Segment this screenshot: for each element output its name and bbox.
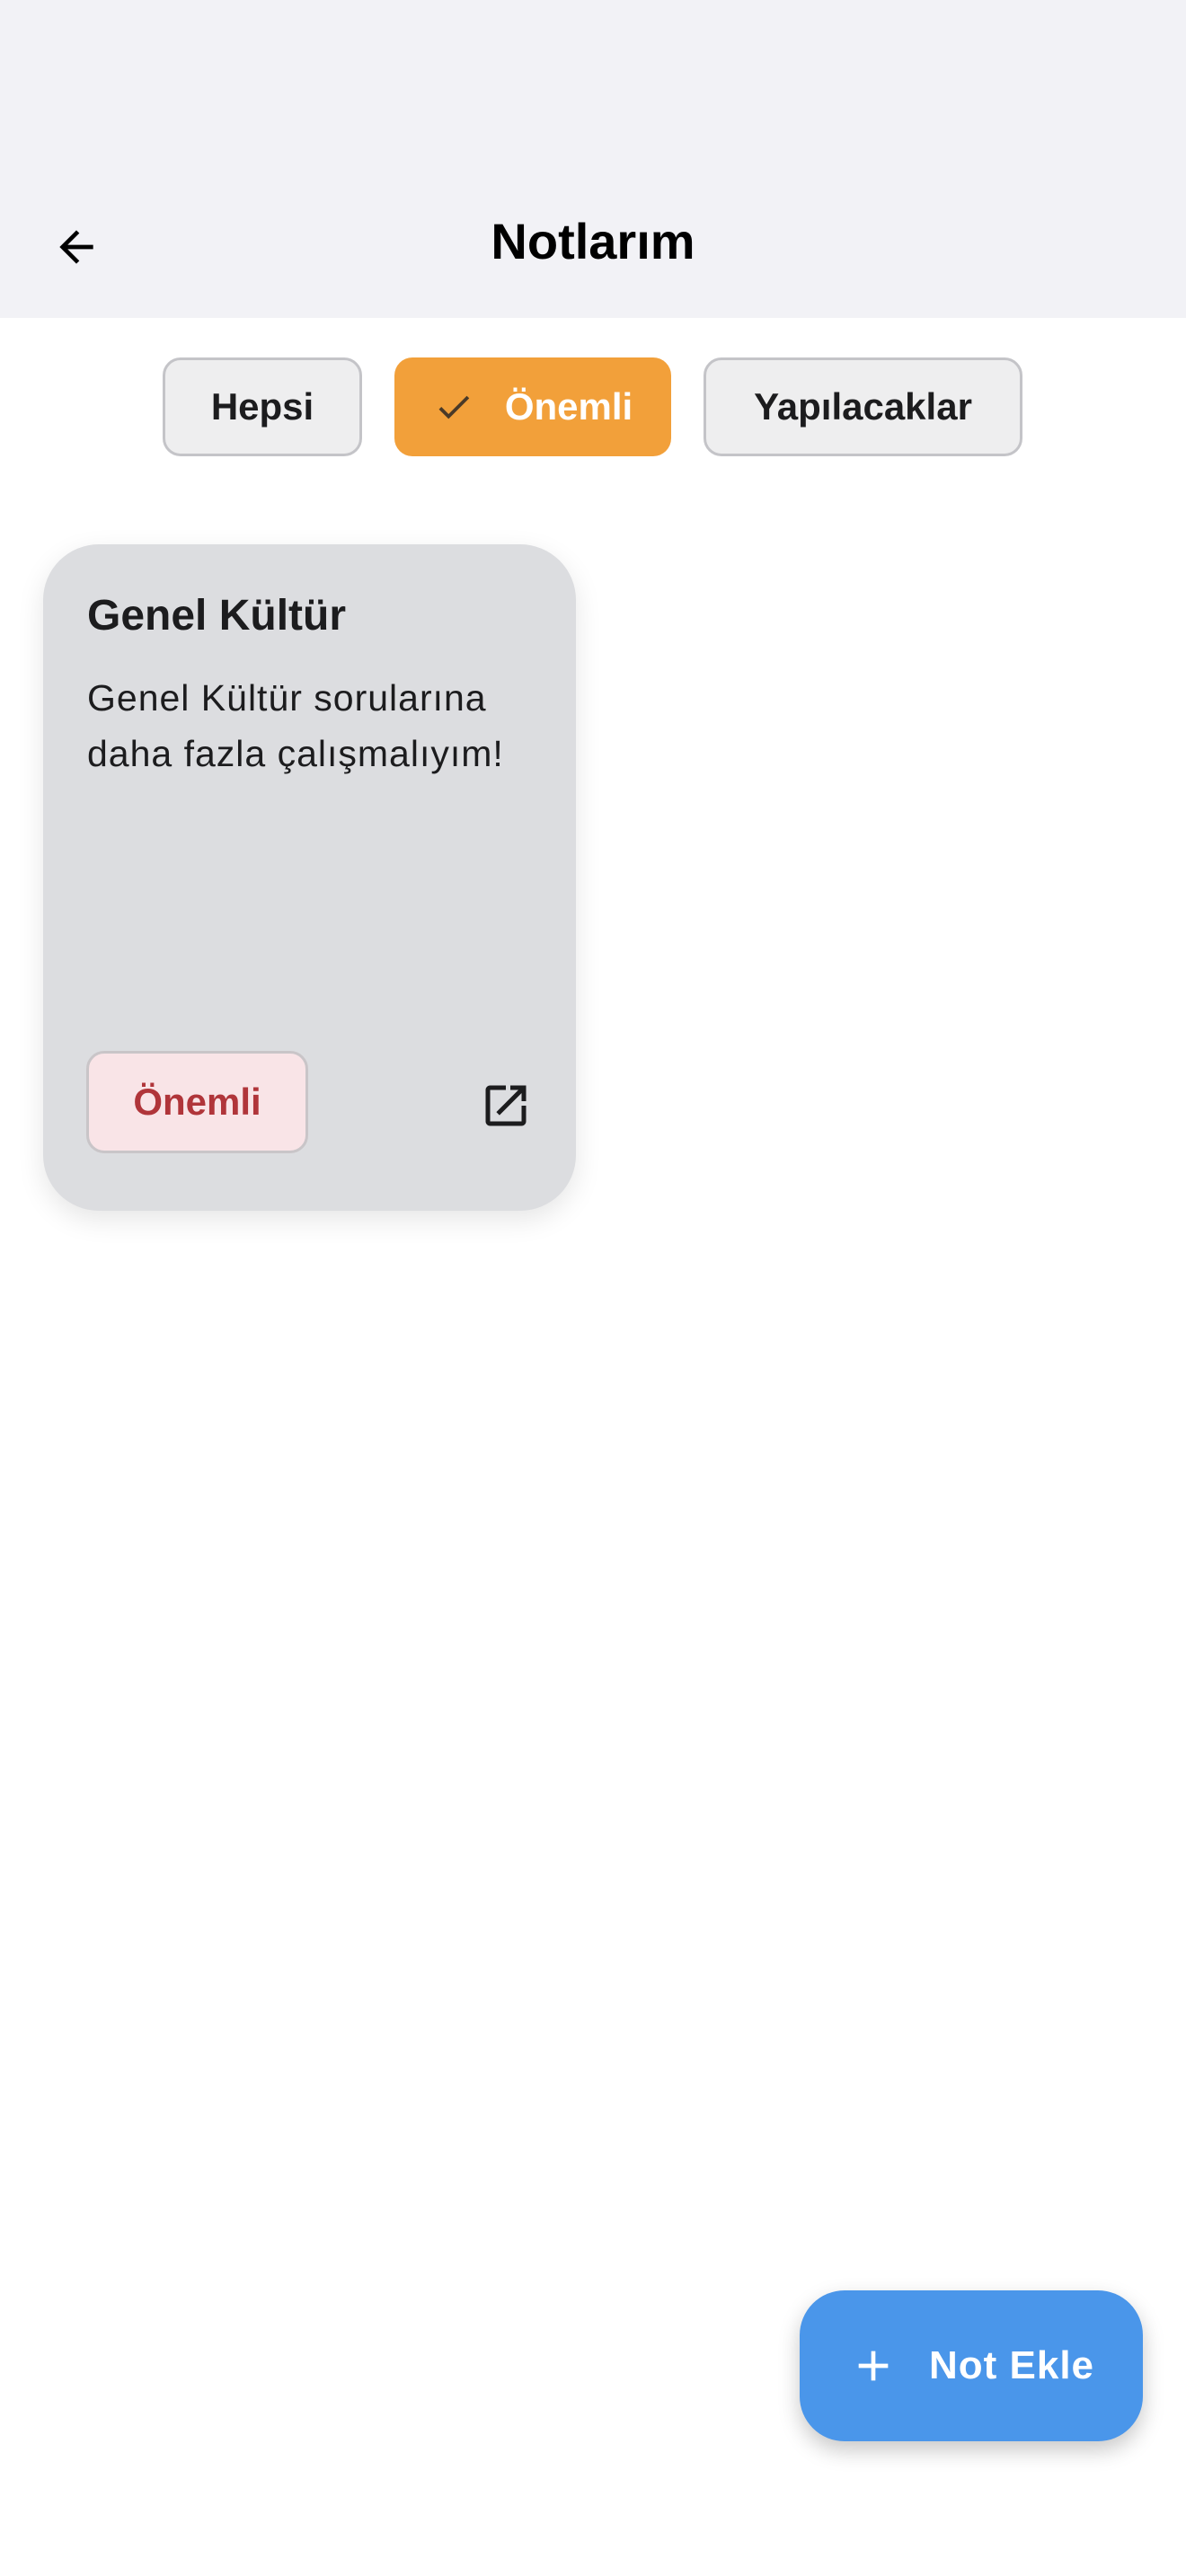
note-tag-badge: Önemli [86,1051,308,1153]
note-body: Genel Kültür sorularına daha fazla çalış… [87,677,504,774]
filter-chip-important[interactable]: Önemli [394,357,671,456]
open-note-button[interactable] [474,1074,537,1137]
filter-chip-label: Yapılacaklar [754,385,972,428]
add-note-label: Not Ekle [928,2343,1095,2387]
plus-icon [848,2341,898,2391]
filter-chip-row: Hepsi Önemli Yapılacaklar [0,357,1186,460]
check-icon [433,386,474,428]
note-title: Genel Kültür [87,592,347,640]
filter-chip-all[interactable]: Hepsi [163,357,362,456]
filter-chip-todo[interactable]: Yapılacaklar [704,357,1022,456]
open-in-new-icon [485,1085,527,1126]
status-bar-area [0,0,1186,180]
page-title: Notlarım [491,213,695,269]
filter-chip-label: Hepsi [210,385,314,428]
filter-chip-label: Önemli [504,385,633,428]
app-bar: Notlarım [0,180,1186,318]
notes-screen: Notlarım Hepsi Önemli Yapılacaklar Genel… [0,0,1186,2576]
add-note-button[interactable]: Not Ekle [800,2290,1143,2441]
note-card[interactable]: Genel Kültür Genel Kültür sorularına dah… [43,544,576,1211]
note-tag-label: Önemli [133,1081,261,1123]
